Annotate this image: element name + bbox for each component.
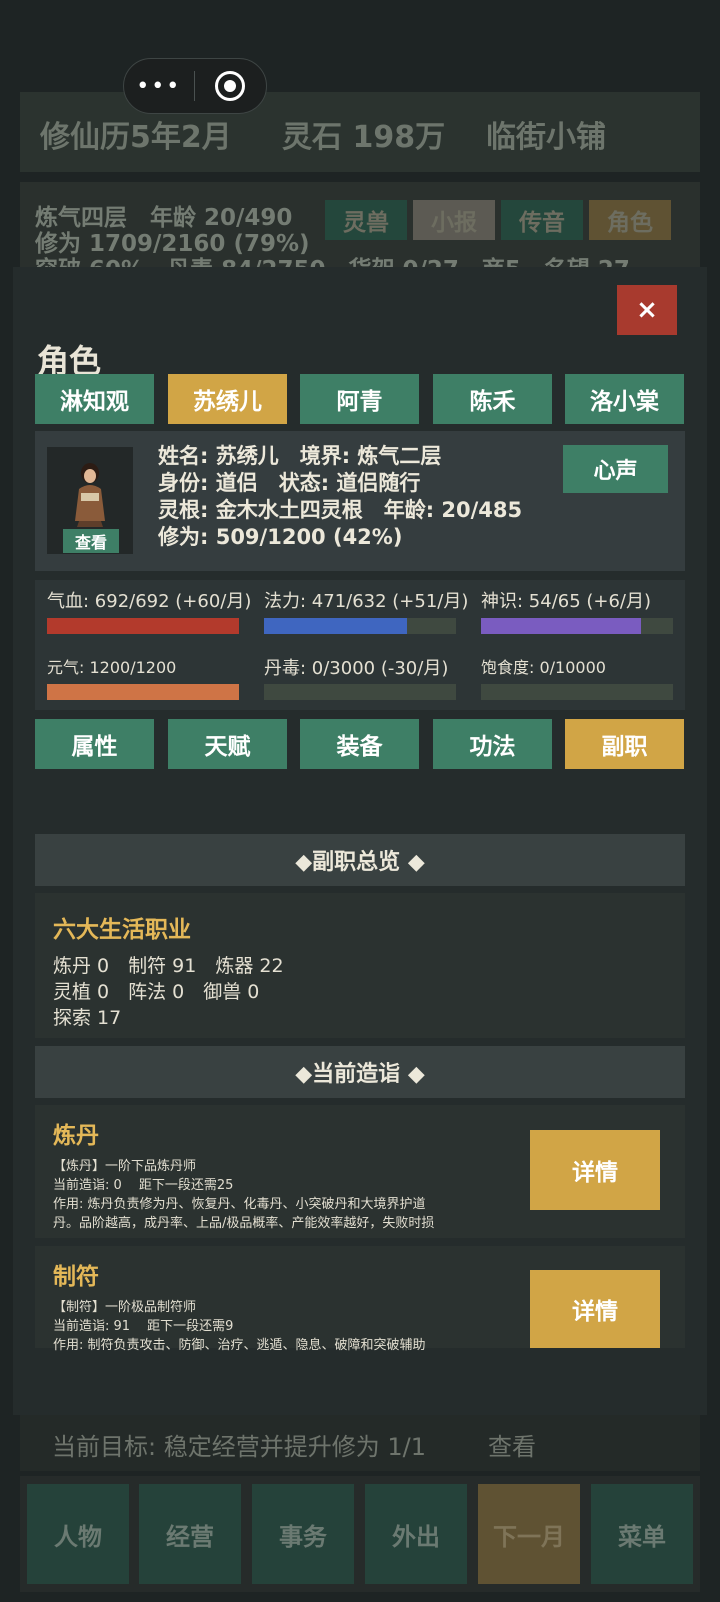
- stat-pill-toxin-bar: [264, 684, 456, 700]
- inner-voice-button[interactable]: 心声: [563, 445, 668, 493]
- profile-cultivation: 修为: 509/1200 (42%): [158, 525, 403, 549]
- character-button[interactable]: 角色: [589, 200, 671, 240]
- talisman-desc-1: 作用: 制符负责攻击、防御、治疗、逃遁、隐息、破障和突破辅助: [53, 1338, 426, 1353]
- character-portrait-icon: [75, 463, 105, 527]
- stat-vitality-fill: [47, 684, 239, 700]
- overview-line-3: 探索 17: [53, 1007, 122, 1029]
- stat-vitality-bar: [47, 684, 239, 700]
- side-job-overview-heading: ◆副职总览 ◆: [35, 834, 685, 886]
- shop-name: 临街小铺: [486, 120, 606, 155]
- tab-character-4[interactable]: 陈禾: [433, 374, 552, 424]
- stat-spirit-sense-fill: [481, 618, 641, 634]
- nav-character[interactable]: 人物: [27, 1484, 129, 1584]
- tab-character-3[interactable]: 阿青: [300, 374, 419, 424]
- stat-mana-bar: [264, 618, 456, 634]
- newspaper-button[interactable]: 小报: [413, 200, 495, 240]
- more-icon[interactable]: •••: [124, 74, 194, 99]
- stat-spirit-sense-label: 神识: 54/65 (+6/月): [481, 591, 652, 612]
- overview-line-1: 炼丹 0 制符 91 炼器 22: [53, 955, 284, 977]
- alchemy-detail-button[interactable]: 详情: [530, 1130, 660, 1210]
- tab-techniques[interactable]: 功法: [433, 719, 552, 769]
- view-portrait-button[interactable]: 查看: [63, 529, 119, 553]
- stat-mana-label: 法力: 471/632 (+51/月): [264, 591, 469, 612]
- alchemy-progress: 当前造诣: 0 距下一段还需25: [53, 1178, 234, 1193]
- stat-satiety-label: 饱食度: 0/10000: [481, 658, 606, 677]
- current-goal-bar: 当前目标: 稳定经营并提升修为 1/1 查看: [20, 1413, 700, 1471]
- mini-program-capsule: •••: [123, 58, 267, 114]
- tab-talents[interactable]: 天赋: [168, 719, 287, 769]
- tab-character-5[interactable]: 洛小棠: [565, 374, 684, 424]
- current-skill-heading: ◆当前造诣 ◆: [35, 1046, 685, 1098]
- bottom-nav: 人物 经营 事务 外出 下一月 菜单: [20, 1476, 700, 1592]
- profile-name-realm: 姓名: 苏绣儿 境界: 炼气二层: [158, 444, 442, 468]
- nav-outing[interactable]: 外出: [365, 1484, 467, 1584]
- profile-root-age: 灵根: 金木水土四灵根 年龄: 20/485: [158, 498, 523, 522]
- talisman-progress: 当前造诣: 91 距下一段还需9: [53, 1319, 234, 1334]
- nav-menu[interactable]: 菜单: [591, 1484, 693, 1584]
- overview-line-2: 灵植 0 阵法 0 御兽 0: [53, 981, 260, 1003]
- nav-next-month[interactable]: 下一月: [478, 1484, 580, 1584]
- tab-character-2[interactable]: 苏绣儿: [168, 374, 287, 424]
- overview-title: 六大生活职业: [53, 917, 191, 943]
- stat-hp-fill: [47, 618, 239, 634]
- nav-affairs[interactable]: 事务: [252, 1484, 354, 1584]
- tab-equipment[interactable]: 装备: [300, 719, 419, 769]
- stat-mana-fill: [264, 618, 408, 634]
- stat-hp-bar: [47, 618, 239, 634]
- spirit-beast-button[interactable]: 灵兽: [325, 200, 407, 240]
- stat-vitality-label: 元气: 1200/1200: [47, 658, 177, 677]
- top-status-bar: 修仙历5年2月 灵石 198万 临街小铺: [20, 92, 700, 172]
- profile-identity-status: 身份: 道侣 状态: 道侣随行: [158, 471, 421, 495]
- alchemy-rank: 【炼丹】一阶下品炼丹师: [53, 1159, 197, 1174]
- close-miniprogram-icon[interactable]: [195, 71, 267, 101]
- stat-satiety-bar: [481, 684, 673, 700]
- message-button[interactable]: 传音: [501, 200, 583, 240]
- stat-spirit-sense-bar: [481, 618, 673, 634]
- nav-business[interactable]: 经营: [139, 1484, 241, 1584]
- talisman-rank: 【制符】一阶极品制符师: [53, 1300, 197, 1315]
- goal-view-link[interactable]: 查看: [488, 1427, 536, 1462]
- stat-pill-toxin-label: 丹毒: 0/3000 (-30/月): [264, 658, 449, 679]
- goal-text: 当前目标: 稳定经营并提升修为 1/1: [52, 1433, 426, 1461]
- stat-hp-label: 气血: 692/692 (+60/月): [47, 591, 252, 612]
- alchemy-title: 炼丹: [53, 1123, 99, 1149]
- talisman-title: 制符: [53, 1264, 99, 1290]
- talisman-detail-button[interactable]: 详情: [530, 1270, 660, 1348]
- alchemy-desc-1: 作用: 炼丹负责修为丹、恢复丹、化毒丹、小突破丹和大境界护道: [53, 1197, 426, 1212]
- close-icon[interactable]: ×: [617, 285, 677, 335]
- tab-attributes[interactable]: 属性: [35, 719, 154, 769]
- tab-character-1[interactable]: 淋知观: [35, 374, 154, 424]
- spirit-stones: 灵石 198万: [282, 120, 446, 155]
- tab-side-jobs[interactable]: 副职: [565, 719, 684, 769]
- alchemy-desc-2: 丹。品阶越高，成丹率、上品/极品概率、产能效率越好，失败时损: [53, 1216, 435, 1231]
- game-date: 修仙历5年2月: [40, 120, 232, 155]
